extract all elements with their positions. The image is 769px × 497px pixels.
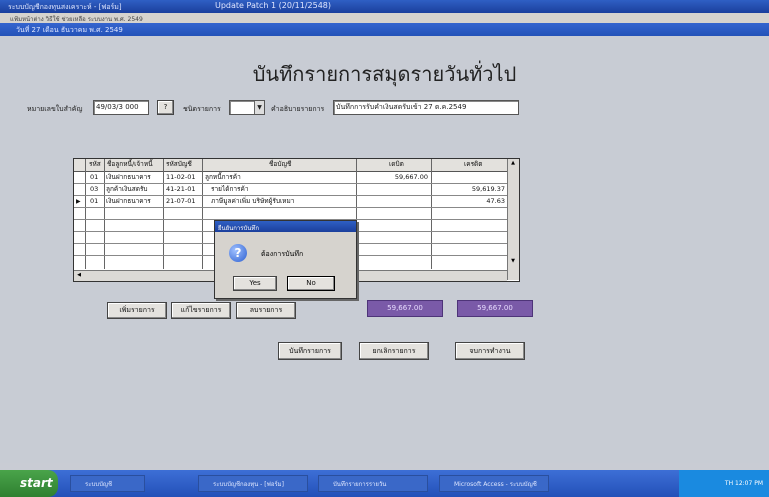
taskbar-item[interactable]: Microsoft Access - ระบบบัญชี bbox=[439, 475, 549, 492]
col-name: ชื่อบัญชี bbox=[269, 160, 292, 168]
chevron-down-icon[interactable]: ▼ bbox=[254, 101, 264, 114]
no-button[interactable]: No bbox=[287, 276, 335, 291]
app-title-bar: ระบบบัญชีกองทุนสงเคราะห์ - [ฟอร์ม] Updat… bbox=[0, 0, 769, 13]
taskbar: start ระบบบัญชี ระบบบัญชีกองทุน - [ฟอร์ม… bbox=[0, 470, 769, 497]
save-button[interactable]: บันทึกรายการ bbox=[278, 342, 342, 360]
col-credit: เครดิต bbox=[464, 160, 483, 168]
form-title: วันที่ 27 เดือน ธันวาคม พ.ศ. 2549 bbox=[16, 26, 123, 34]
debit-total: 59,667.00 bbox=[367, 300, 443, 317]
help-button[interactable]: ? bbox=[157, 100, 174, 115]
desc-label: คำอธิบายรายการ bbox=[271, 105, 325, 113]
grid-vertical-scrollbar[interactable]: ▲ ▼ bbox=[507, 159, 519, 280]
dialog-message: ต้องการบันทึก bbox=[261, 250, 304, 258]
app-title: ระบบบัญชีกองทุนสงเคราะห์ - [ฟอร์ม] bbox=[8, 3, 122, 11]
doc-no-field[interactable]: 49/03/3 000 bbox=[93, 100, 149, 115]
doc-no-label: หมายเลขใบสำคัญ bbox=[27, 105, 83, 113]
taskbar-item[interactable]: ระบบบัญชีกองทุน - [ฟอร์ม] bbox=[198, 475, 308, 492]
desc-field[interactable]: บันทึกการรับคำเงินสดรับเข้า 27 ต.ค.2549 bbox=[333, 100, 519, 115]
row-pointer-icon: ▶ bbox=[76, 198, 81, 205]
col-account: รหัสบัญชี bbox=[166, 160, 192, 168]
col-debit: เดบิต bbox=[389, 160, 404, 168]
taskbar-item[interactable]: ระบบบัญชี bbox=[70, 475, 145, 492]
close-button[interactable]: จบการทำงาน bbox=[455, 342, 525, 360]
start-button[interactable]: start bbox=[0, 470, 58, 497]
yes-button[interactable]: Yes bbox=[233, 276, 277, 291]
system-tray[interactable]: TH 12:07 PM bbox=[679, 470, 769, 497]
taskbar-item[interactable]: บันทึกรายการรายวัน bbox=[318, 475, 428, 492]
form-title-bar: วันที่ 27 เดือน ธันวาคม พ.ศ. 2549 bbox=[0, 23, 769, 36]
grid-header: รหัส ชื่อลูกหนี้/เจ้าหนี้ รหัสบัญชี ชื่อ… bbox=[74, 159, 507, 172]
col-code: รหัส bbox=[89, 160, 101, 168]
patch-title: Update Patch 1 (20/11/2548) bbox=[215, 1, 332, 10]
delete-item-button[interactable]: ลบรายการ bbox=[236, 302, 296, 319]
credit-total: 59,667.00 bbox=[457, 300, 533, 317]
page-title: บันทึกรายการสมุดรายวันทั่วไป bbox=[252, 62, 517, 86]
type-label: ชนิดรายการ bbox=[183, 105, 221, 113]
question-icon: ? bbox=[229, 244, 247, 262]
scroll-left-icon[interactable]: ◀ bbox=[75, 271, 83, 280]
type-select[interactable]: ▼ bbox=[229, 100, 265, 115]
confirm-dialog: ยืนยันการบันทึก ? ต้องการบันทึก Yes No bbox=[214, 220, 357, 299]
add-item-button[interactable]: เพิ่มรายการ bbox=[107, 302, 167, 319]
edit-item-button[interactable]: แก้ไขรายการ bbox=[171, 302, 231, 319]
scroll-down-icon[interactable]: ▼ bbox=[509, 258, 517, 266]
dialog-title-bar: ยืนยันการบันทึก bbox=[215, 221, 356, 232]
scroll-up-icon[interactable]: ▲ bbox=[509, 160, 517, 168]
col-party: ชื่อลูกหนี้/เจ้าหนี้ bbox=[107, 160, 153, 168]
menu-bar[interactable]: แฟ้มหน้าต่าง วิธีใช้ ช่วยเหลือ ระบบงาน พ… bbox=[0, 13, 769, 23]
cancel-button[interactable]: ยกเลิกรายการ bbox=[359, 342, 429, 360]
